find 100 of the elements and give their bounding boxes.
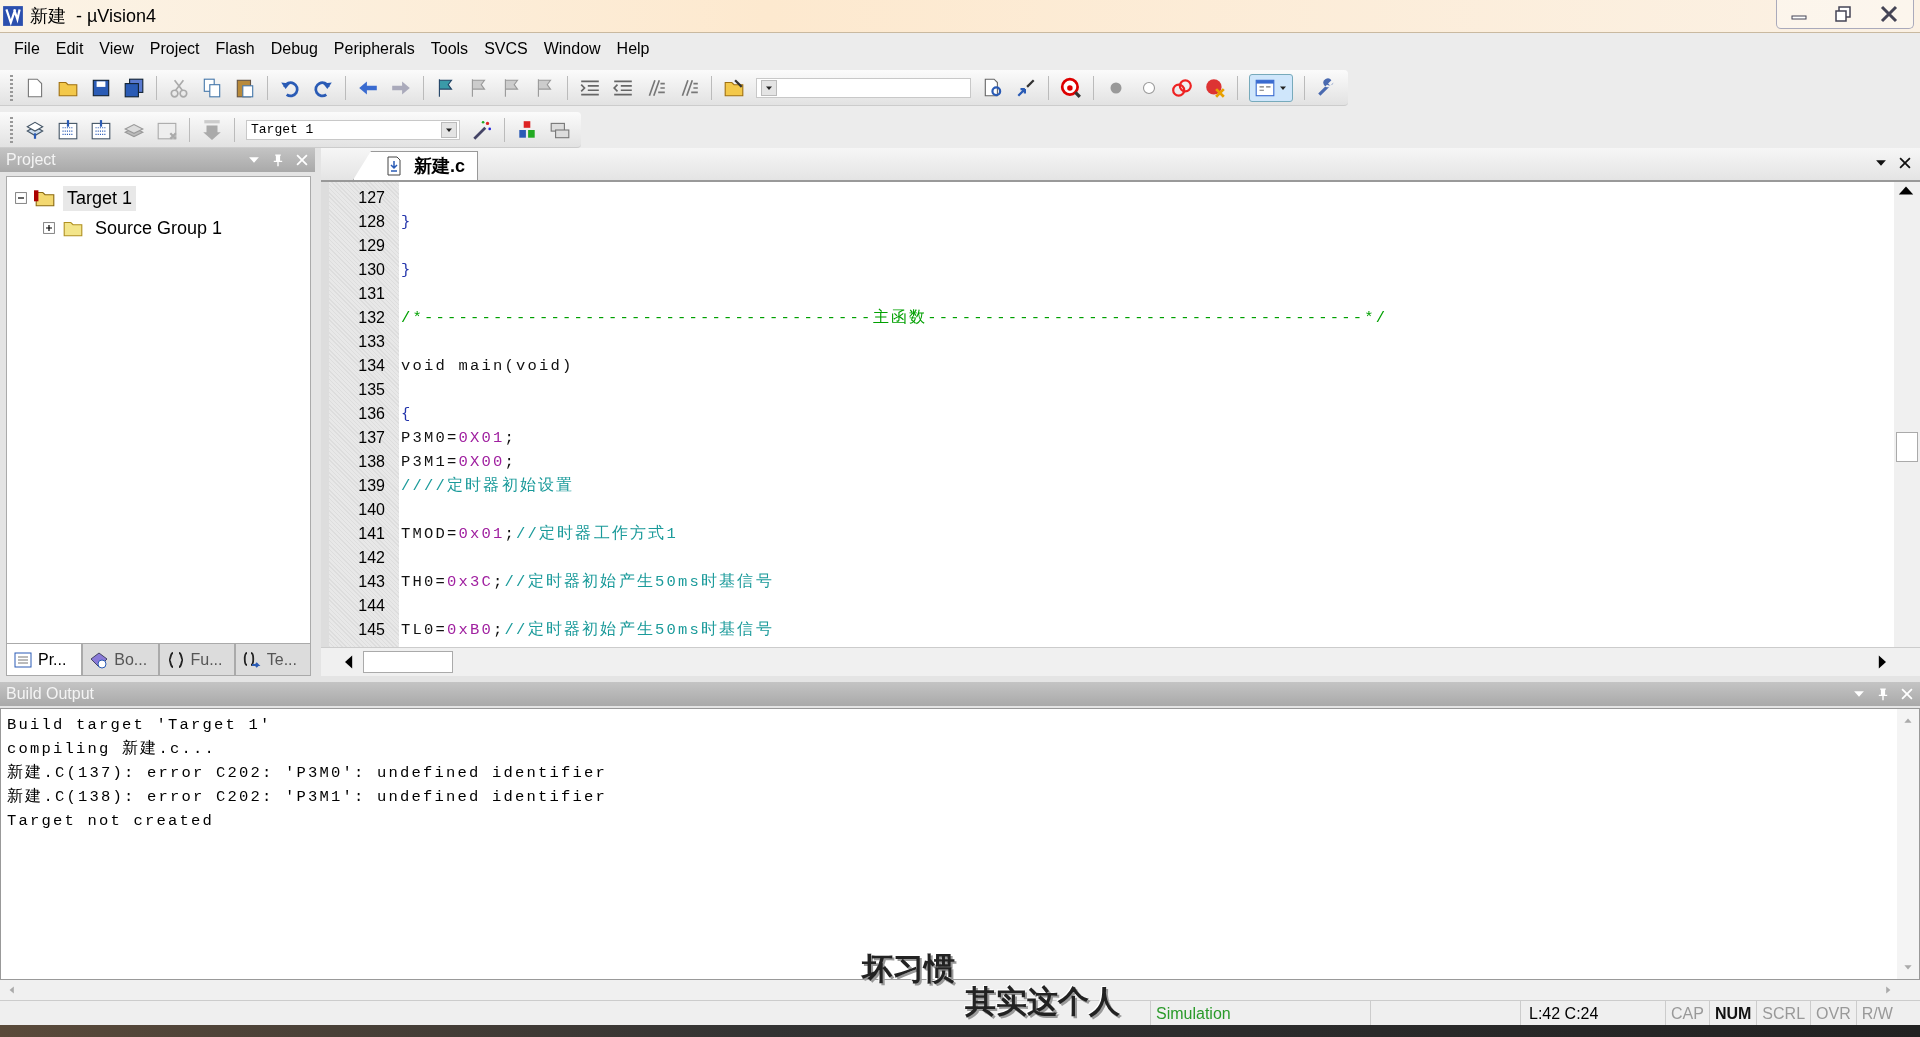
vertical-scrollbar[interactable] (1894, 182, 1920, 647)
vertical-scrollbar[interactable] (1897, 709, 1919, 979)
menu-item[interactable]: Edit (47, 36, 92, 62)
tree-item[interactable]: Source Group 1 (91, 215, 227, 241)
panel-tab[interactable]: Pr... (6, 644, 83, 676)
menu-item[interactable]: View (91, 36, 142, 62)
code-brace: { (401, 404, 413, 425)
remove-breakpoint-icon[interactable] (1204, 76, 1226, 99)
video-caption: 坏习惯 (862, 949, 955, 988)
components-icon[interactable] (516, 118, 538, 141)
line-number: 132 (357, 308, 386, 328)
line-number: 128 (357, 212, 386, 232)
key-indicator: SCRL (1762, 1004, 1806, 1023)
line-number: 136 (357, 404, 386, 424)
scrollbar-thumb[interactable] (363, 651, 453, 673)
code-comment: //定时器初始产生50ms时基信号 (504, 619, 774, 641)
code-text: ; (504, 452, 517, 473)
line-number: 130 (357, 260, 386, 280)
line-number: 138 (357, 452, 386, 472)
rebuild-icon[interactable] (90, 118, 112, 141)
menu-item[interactable]: Help (608, 36, 658, 62)
expand-icon[interactable] (43, 222, 55, 234)
code-number: 0X00 (458, 452, 505, 473)
target-select[interactable]: Target 1 (246, 119, 460, 140)
file-tab[interactable]: 新建.c (353, 151, 478, 180)
code-number: 0x01 (458, 524, 505, 545)
panel-title: Project (6, 151, 56, 169)
code-number: 0x3C (447, 572, 494, 593)
build-icon[interactable] (57, 118, 79, 141)
code-comment: ////定时器初始设置 (401, 475, 575, 497)
menu-item[interactable]: File (6, 36, 48, 62)
line-number: 144 (357, 596, 386, 616)
app-logo-icon (2, 5, 24, 27)
collapse-icon[interactable] (15, 192, 27, 204)
scrollbar-thumb[interactable] (1896, 432, 1918, 462)
line-number: 139 (357, 476, 386, 496)
key-indicator: R/W (1861, 1004, 1893, 1023)
folder-icon (33, 187, 57, 209)
line-number: 145 (357, 620, 386, 640)
menu-item[interactable]: Window (535, 36, 609, 62)
code-comment: //定时器初始产生50ms时基信号 (504, 571, 774, 593)
menu-item[interactable]: Flash (207, 36, 263, 62)
copy-icon[interactable] (201, 76, 223, 99)
line-number: 127 (357, 188, 386, 208)
menu-item[interactable]: Project (141, 36, 208, 62)
panel-title: Build Output (6, 685, 95, 703)
linked-circles-icon[interactable] (1171, 76, 1193, 99)
code-comment: /*---------------------------------------主函数--------------------------------------*/ (401, 307, 1388, 329)
tree-item[interactable]: Target 1 (63, 185, 137, 211)
find-document-icon[interactable] (982, 76, 1004, 99)
project-tab-icon (13, 649, 33, 670)
line-number: 137 (357, 428, 386, 448)
debug-icon[interactable] (1060, 76, 1082, 99)
line-number: 135 (357, 380, 386, 400)
panel-tab[interactable]: Bo... (82, 644, 159, 676)
simulation-status: Simulation (1156, 1004, 1231, 1023)
window-title: 新建 - µVision4 (30, 5, 157, 28)
panel-tab[interactable]: Fu... (158, 644, 235, 676)
magic-wand-icon[interactable] (471, 118, 493, 141)
code-text: ; (493, 620, 505, 641)
save-all-icon[interactable] (123, 76, 145, 99)
output-line: Target not created (7, 811, 216, 832)
close-icon[interactable] (1898, 156, 1912, 170)
key-indicator: NUM (1714, 1004, 1752, 1023)
code-text: TH0= (401, 572, 447, 593)
video-caption: 其实这个人 (965, 982, 1120, 1021)
code-text: TL0= (401, 620, 447, 641)
load-icon[interactable] (201, 118, 223, 141)
key-indicator: OVR (1816, 1004, 1851, 1023)
output-line: compiling 新建.c... (7, 738, 217, 760)
code-text: P3M1= (401, 452, 459, 473)
find-combo-field[interactable] (756, 77, 971, 98)
line-number: 141 (357, 524, 386, 544)
code-text: ; (493, 572, 505, 593)
template-icon (241, 649, 262, 670)
line-number: 133 (357, 332, 386, 352)
cursor-position: L:42 C:24 (1529, 1004, 1599, 1023)
menu-item[interactable]: SVCS (476, 36, 536, 62)
code-brace: } (401, 212, 413, 233)
output-line: 新建.C(138): error C202: 'P3M1': undefined identifier (7, 786, 608, 808)
code-text: P3M0= (401, 428, 459, 449)
key-indicator: CAP (1671, 1004, 1704, 1023)
code-number: 0X01 (458, 428, 505, 449)
code-comment: //定时器工作方式1 (516, 523, 678, 545)
pin-icon[interactable] (1876, 687, 1890, 701)
line-number: 134 (357, 356, 386, 376)
output-line: 新建.C(137): error C202: 'P3M0': undefined identifier (7, 762, 608, 784)
document-icon (384, 156, 404, 176)
pin-icon[interactable] (271, 153, 285, 167)
code-text: ; (504, 524, 517, 545)
output-line: Build target 'Target 1' (7, 715, 273, 736)
line-number: 129 (357, 236, 386, 256)
line-number: 131 (357, 284, 386, 304)
menu-item[interactable]: Debug (262, 36, 326, 62)
menu-item[interactable]: Tools (422, 36, 477, 62)
code-text: ; (504, 428, 517, 449)
panel-tab[interactable]: Te... (234, 644, 311, 676)
horizontal-scrollbar[interactable] (321, 647, 1920, 676)
code-number: 0xB0 (447, 620, 494, 641)
menu-item[interactable]: Peripherals (325, 36, 423, 62)
